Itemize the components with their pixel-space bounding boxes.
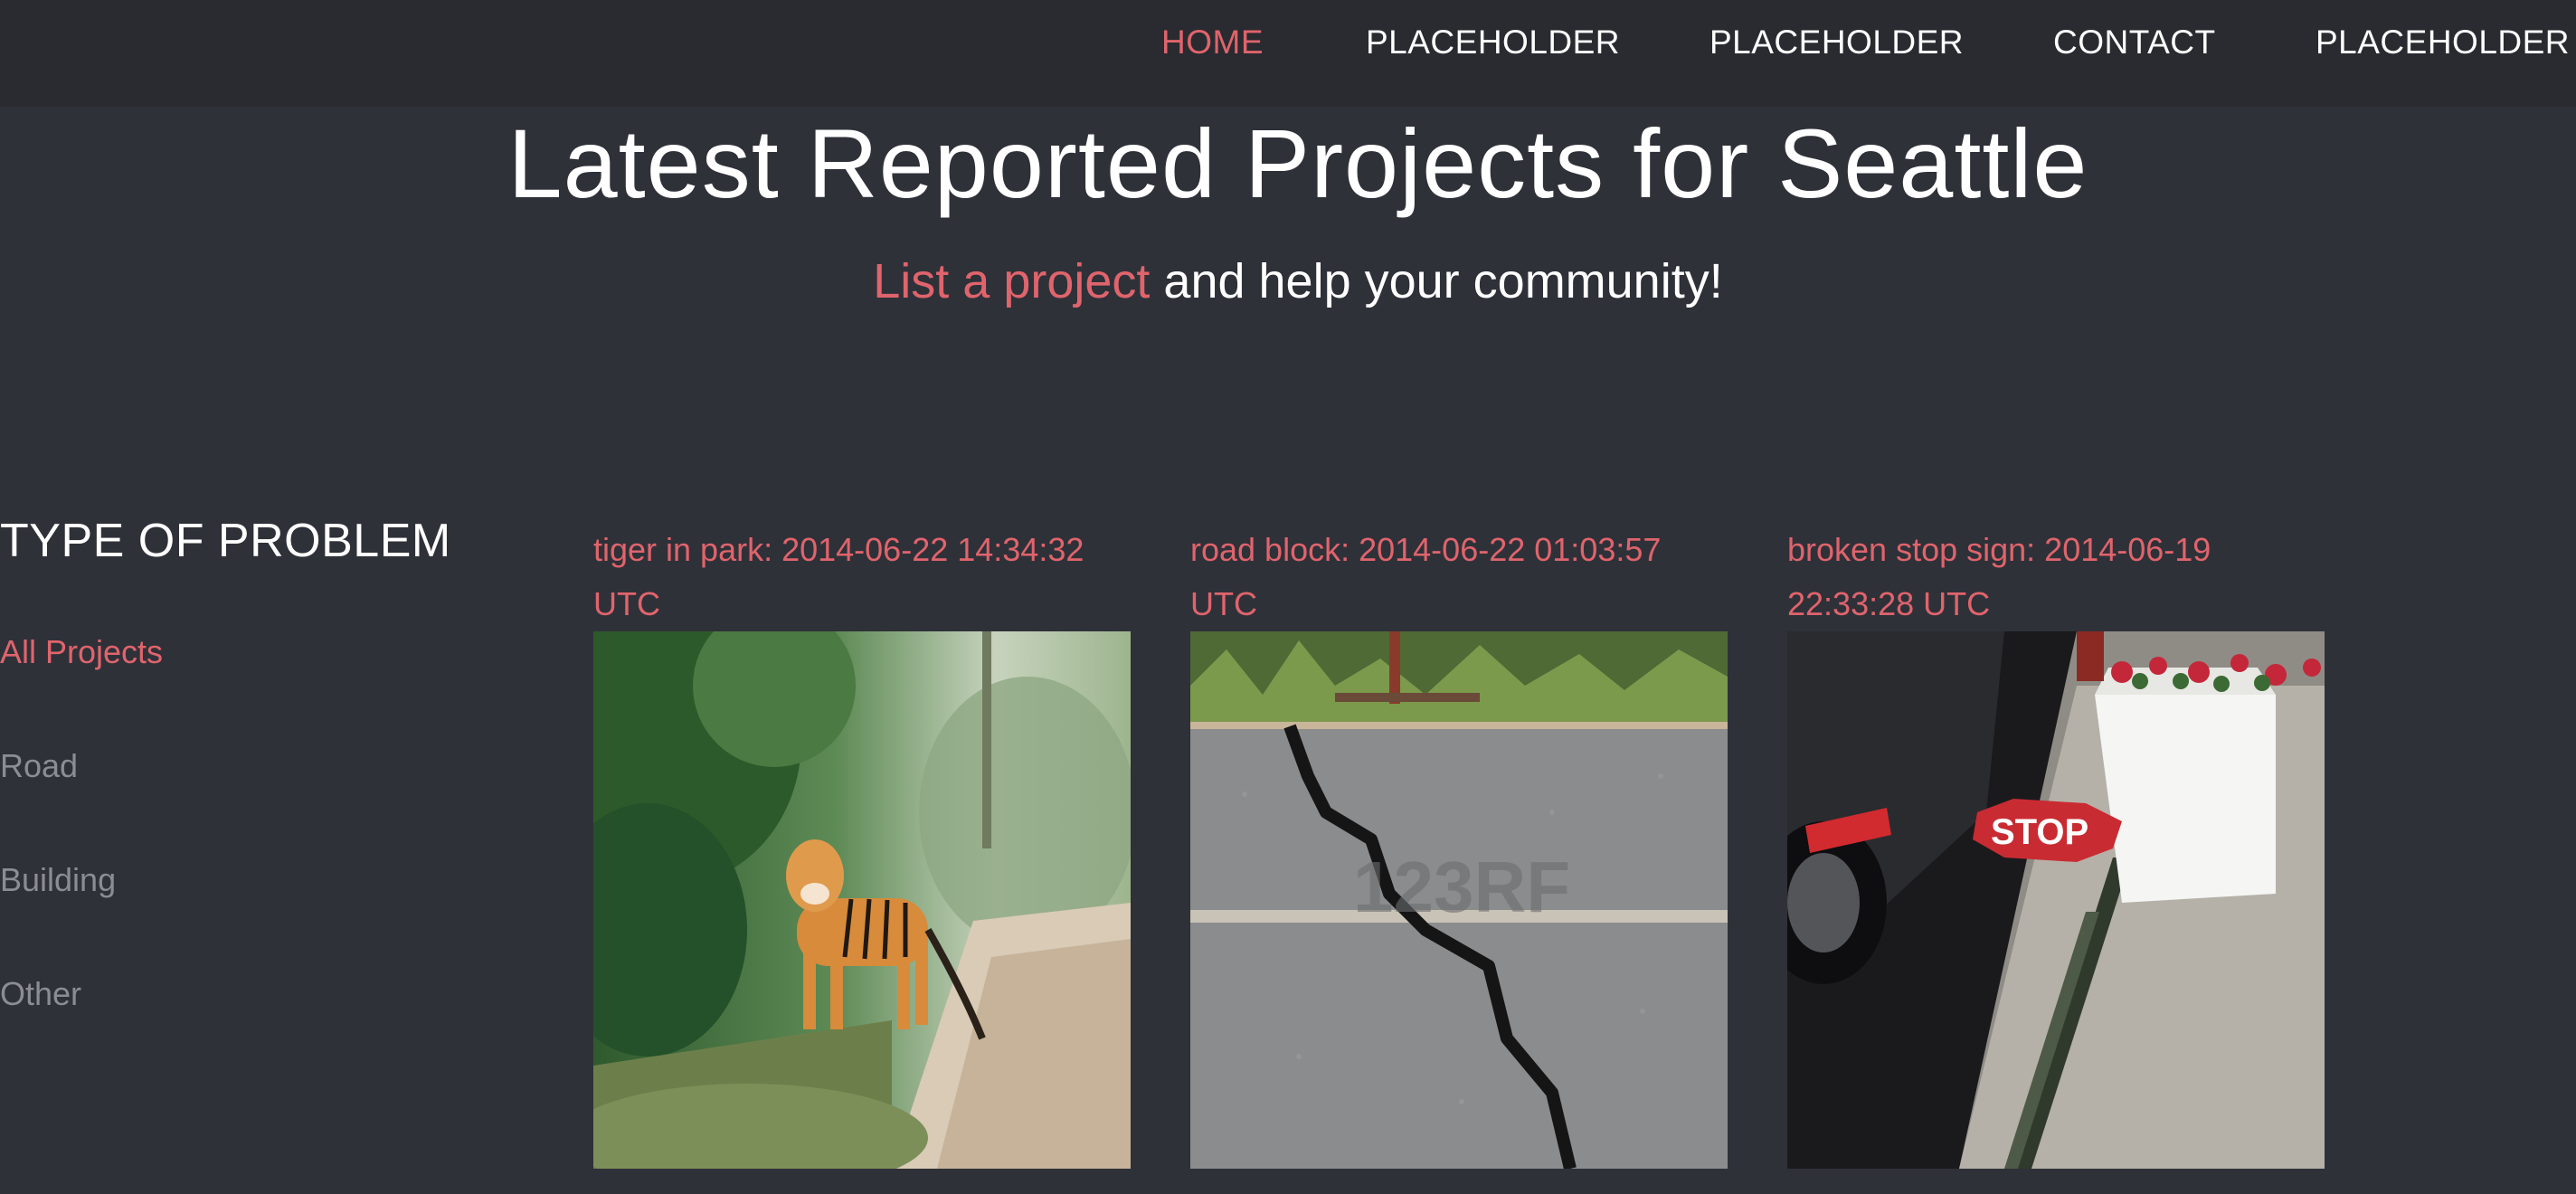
stop-sign-photo-illustration: STOP <box>1787 631 2325 1169</box>
page-title: Latest Reported Projects for Seattle <box>507 109 2088 218</box>
tagline: List a project and help your community! <box>0 253 2576 309</box>
project-card: road block: 2014-06-22 01:03:57 UTC 123R… <box>1190 523 1728 1169</box>
filter-building[interactable]: Building <box>0 861 116 899</box>
filter-all-projects[interactable]: All Projects <box>0 633 163 671</box>
project-card: broken stop sign: 2014-06-19 22:33:28 UT… <box>1787 523 2325 1169</box>
nav-placeholder-link-1[interactable]: PLACEHOLDER <box>1366 24 1620 62</box>
filter-road[interactable]: Road <box>0 747 78 785</box>
nav-placeholder-link-3[interactable]: PLACEHOLDER <box>2316 24 2570 62</box>
list-project-link[interactable]: List a project <box>873 254 1150 308</box>
tagline-text: and help your community! <box>1150 254 1723 308</box>
project-image-road[interactable]: 123RF <box>1190 631 1728 1169</box>
project-title-link[interactable]: tiger in park: 2014-06-22 14:34:32 UTC <box>593 523 1131 631</box>
sidebar-heading: TYPE OF PROBLEM <box>0 515 451 567</box>
top-navbar: HOME PLACEHOLDER PLACEHOLDER CONTACT PLA… <box>0 0 2576 107</box>
watermark-text: 123RF <box>1353 847 1570 927</box>
nav-placeholder-link-2[interactable]: PLACEHOLDER <box>1709 24 1964 62</box>
tiger-photo-illustration <box>593 631 1131 1169</box>
project-image-tiger[interactable] <box>593 631 1131 1169</box>
road-crack-photo-illustration: 123RF <box>1190 631 1728 1169</box>
project-image-stop-sign[interactable]: STOP <box>1787 631 2325 1169</box>
filter-other[interactable]: Other <box>0 975 81 1013</box>
project-card: tiger in park: 2014-06-22 14:34:32 UTC <box>593 523 1131 1169</box>
stop-sign-lettering: STOP <box>1991 812 2088 852</box>
nav-contact-link[interactable]: CONTACT <box>2053 24 2216 62</box>
project-title-link[interactable]: road block: 2014-06-22 01:03:57 UTC <box>1190 523 1728 631</box>
nav-home-link[interactable]: HOME <box>1161 24 1264 62</box>
project-title-link[interactable]: broken stop sign: 2014-06-19 22:33:28 UT… <box>1787 523 2325 631</box>
